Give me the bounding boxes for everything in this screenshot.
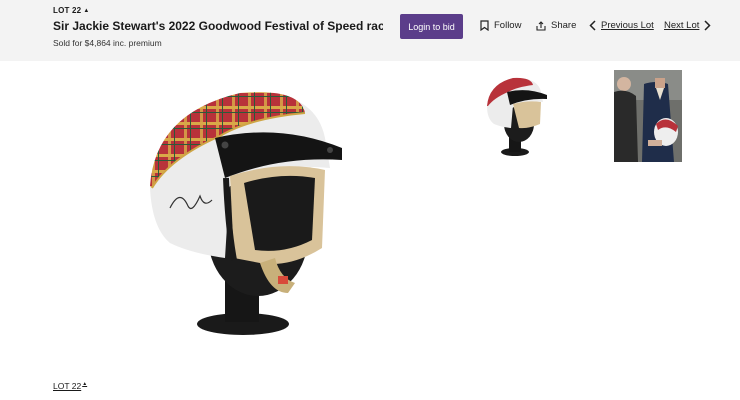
footer-lot-label: LOT 22 [53, 381, 82, 391]
follow-button[interactable]: Follow [480, 20, 521, 31]
follow-label: Follow [494, 20, 522, 31]
lot-number-label: LOT 22 [53, 6, 82, 15]
share-icon [536, 20, 546, 31]
up-triangle-icon: ▲ [82, 381, 88, 387]
chevron-left-icon [589, 20, 596, 31]
main-lot-image[interactable] [130, 68, 370, 358]
lot-title: Sir Jackie Stewart's 2022 Goodwood Festi… [53, 19, 383, 33]
presentation-photo [614, 70, 682, 162]
up-triangle-icon: ▲ [83, 7, 90, 14]
share-button[interactable]: Share [536, 20, 576, 31]
lot-number: LOT 22 ▲ [53, 6, 89, 15]
previous-lot-label: Previous Lot [601, 20, 654, 31]
share-label: Share [551, 20, 577, 31]
thumbnail-helmet[interactable] [483, 72, 549, 158]
thumbnail-presentation-photo[interactable] [614, 70, 682, 162]
bookmark-icon [480, 20, 489, 31]
next-lot-label: Next Lot [664, 20, 700, 31]
next-lot-link[interactable]: Next Lot [664, 20, 711, 31]
lot-header-bar: LOT 22 ▲ Sir Jackie Stewart's 2022 Goodw… [0, 0, 740, 61]
previous-lot-link[interactable]: Previous Lot [589, 20, 654, 31]
login-to-bid-button[interactable]: Login to bid [400, 14, 463, 39]
footer-lot-link[interactable]: LOT 22 ▲ [53, 381, 87, 391]
chevron-right-icon [704, 20, 711, 31]
sold-price: Sold for $4,864 inc. premium [53, 38, 162, 48]
